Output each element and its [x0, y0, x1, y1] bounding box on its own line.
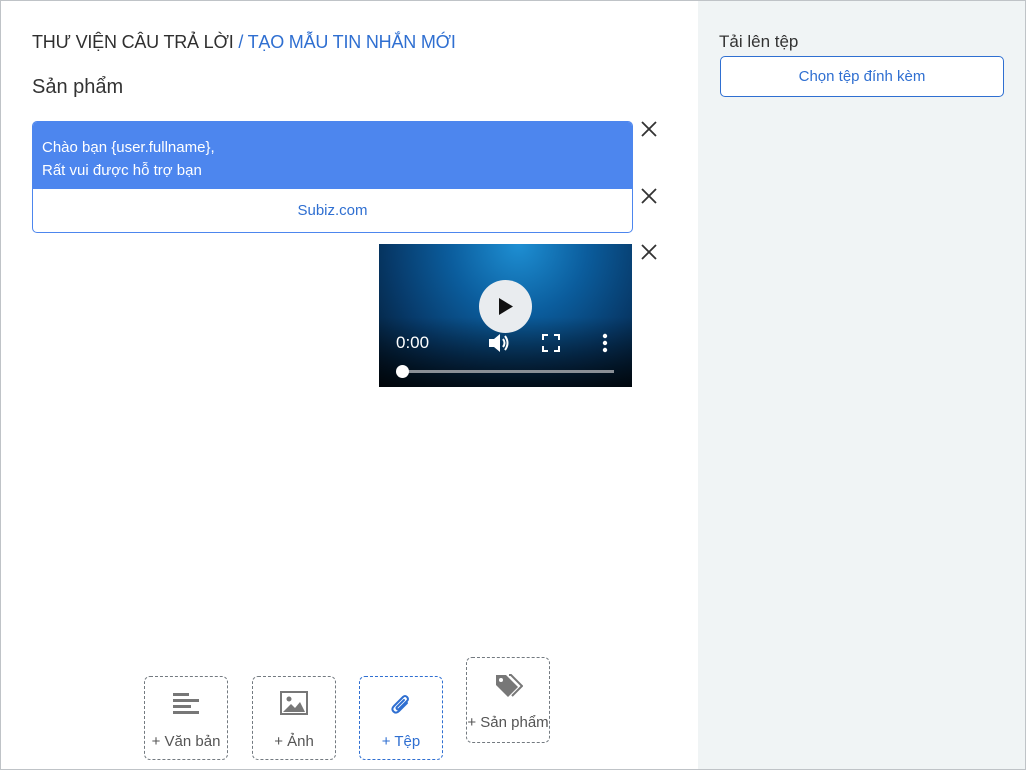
- add-image-label: + Ảnh: [274, 733, 314, 750]
- video-progress-track[interactable]: [401, 370, 614, 373]
- breadcrumb: THƯ VIỆN CÂU TRẢ LỜI / TẠO MẪU TIN NHẮN …: [32, 32, 456, 53]
- add-product-label: + Sản phẩm: [467, 714, 549, 731]
- message-text[interactable]: Chào bạn {user.fullname}, Rất vui được h…: [33, 122, 632, 188]
- add-text-button[interactable]: + Văn bản: [144, 676, 228, 760]
- align-left-icon: [145, 691, 227, 721]
- close-icon[interactable]: [640, 243, 658, 261]
- video-progress-knob[interactable]: [396, 365, 409, 378]
- breadcrumb-separator: /: [233, 32, 248, 52]
- play-icon: [499, 298, 513, 315]
- message-line-1: Chào bạn {user.fullname},: [42, 139, 215, 156]
- app-frame: THƯ VIỆN CÂU TRẢ LỜI / TẠO MẪU TIN NHẮN …: [0, 0, 1026, 770]
- image-icon: [253, 691, 335, 721]
- upload-label: Tải lên tệp: [719, 32, 799, 51]
- sidebar-panel: Tải lên tệp Chọn tệp đính kèm: [698, 1, 1025, 769]
- page-title: Sản phẩm: [32, 76, 124, 98]
- fullscreen-icon[interactable]: [542, 334, 560, 357]
- more-vert-icon[interactable]: [601, 333, 609, 358]
- add-product-button[interactable]: + Sản phẩm: [466, 657, 550, 743]
- tag-icon: [467, 672, 549, 702]
- message-line-2: Rất vui được hỗ trợ bạn: [42, 162, 202, 179]
- add-file-button[interactable]: + Tệp: [359, 676, 443, 760]
- breadcrumb-current: TẠO MẪU TIN NHẮN MỚI: [247, 32, 456, 52]
- close-icon[interactable]: [640, 187, 658, 205]
- main-panel: THƯ VIỆN CÂU TRẢ LỜI / TẠO MẪU TIN NHẮN …: [1, 1, 698, 769]
- choose-attachment-button[interactable]: Chọn tệp đính kèm: [720, 56, 1004, 97]
- video-player[interactable]: 0:00: [379, 244, 632, 387]
- message-link-button[interactable]: Subiz.com: [33, 188, 632, 232]
- play-button[interactable]: [479, 280, 532, 333]
- add-image-button[interactable]: + Ảnh: [252, 676, 336, 760]
- paperclip-icon: [360, 691, 442, 721]
- add-text-label: + Văn bản: [151, 733, 221, 750]
- volume-icon[interactable]: [487, 332, 511, 359]
- video-time: 0:00: [396, 333, 430, 352]
- text-message-block[interactable]: Chào bạn {user.fullname}, Rất vui được h…: [32, 121, 633, 233]
- add-file-label: + Tệp: [381, 733, 421, 750]
- breadcrumb-root[interactable]: THƯ VIỆN CÂU TRẢ LỜI: [32, 32, 234, 52]
- close-icon[interactable]: [640, 120, 658, 138]
